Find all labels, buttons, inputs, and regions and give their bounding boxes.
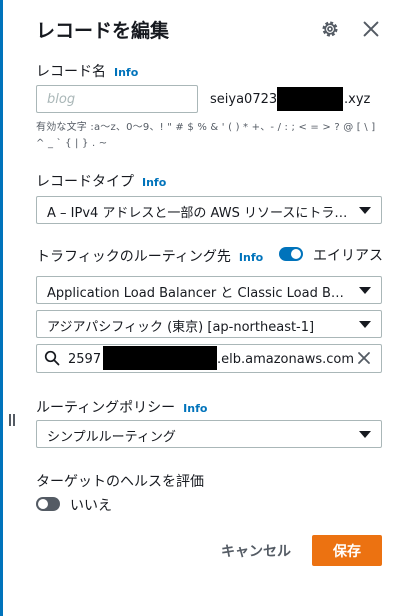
record-type-select[interactable]: A – IPv4 アドレスと一部の AWS リソースにトラフィックをルーティング — [36, 196, 382, 224]
panel-title: レコードを編集 — [36, 20, 170, 42]
routing-policy-info-link[interactable]: Info — [183, 402, 207, 415]
region-select[interactable]: アジアパシフィック (東京) [ap-northeast-1] — [36, 310, 382, 338]
record-name-input[interactable]: blog — [36, 85, 198, 113]
search-icon — [44, 350, 60, 366]
valid-characters-helper: 有効な文字 :a〜z、0〜9、! " # $ % & ' ( ) * +、- /… — [36, 122, 376, 149]
region-value: アジアパシフィック (東京) [ap-northeast-1] — [47, 320, 315, 335]
redacted-block — [103, 346, 217, 370]
record-name-placeholder: blog — [47, 92, 76, 107]
domain-suffix: .xyz — [344, 92, 371, 107]
record-type-value: A – IPv4 アドレスと一部の AWS リソースにトラフィックをルーティング — [47, 206, 381, 221]
toggle-knob — [291, 249, 301, 259]
endpoint-value: Application Load Balancer と Classic Load… — [47, 286, 381, 301]
record-name-info-link[interactable]: Info — [114, 66, 138, 79]
routing-target-label: トラフィックのルーティング先 Info — [36, 249, 264, 265]
health-check-toggle[interactable] — [36, 497, 60, 511]
gear-icon[interactable] — [319, 18, 341, 40]
routing-policy-value: シンプルルーティング — [47, 430, 176, 445]
routing-target-info-link[interactable]: Info — [239, 251, 263, 264]
caret-down-icon — [359, 431, 371, 438]
routing-policy-label: ルーティングポリシー Info — [36, 400, 208, 416]
domain-prefix: seiya0723- — [210, 92, 282, 107]
record-type-info-link[interactable]: Info — [142, 176, 166, 189]
cancel-button[interactable]: キャンセル — [216, 537, 296, 565]
toggle-knob — [38, 499, 48, 509]
alias-toggle[interactable] — [279, 247, 303, 261]
health-check-label: ターゲットのヘルスを評価 — [36, 474, 204, 490]
record-type-label: レコードタイプ Info — [36, 174, 167, 190]
caret-down-icon — [359, 321, 371, 328]
load-balancer-prefix: 2597 — [68, 352, 102, 367]
save-button[interactable]: 保存 — [312, 535, 382, 566]
health-check-toggle-label: いいえ — [70, 498, 112, 514]
caret-down-icon — [359, 287, 371, 294]
panel-left-border — [0, 0, 3, 616]
redacted-block — [277, 87, 343, 111]
caret-down-icon — [359, 207, 371, 214]
routing-policy-select[interactable]: シンプルルーティング — [36, 420, 382, 448]
clear-icon[interactable] — [357, 351, 371, 365]
load-balancer-suffix: .elb.amazonaws.com — [217, 352, 355, 367]
resize-handle-icon[interactable] — [9, 414, 17, 430]
alias-label: エイリアス — [313, 248, 383, 264]
close-icon[interactable] — [360, 18, 382, 40]
record-name-label: レコード名 Info — [36, 64, 139, 80]
endpoint-select[interactable]: Application Load Balancer と Classic Load… — [36, 276, 382, 304]
